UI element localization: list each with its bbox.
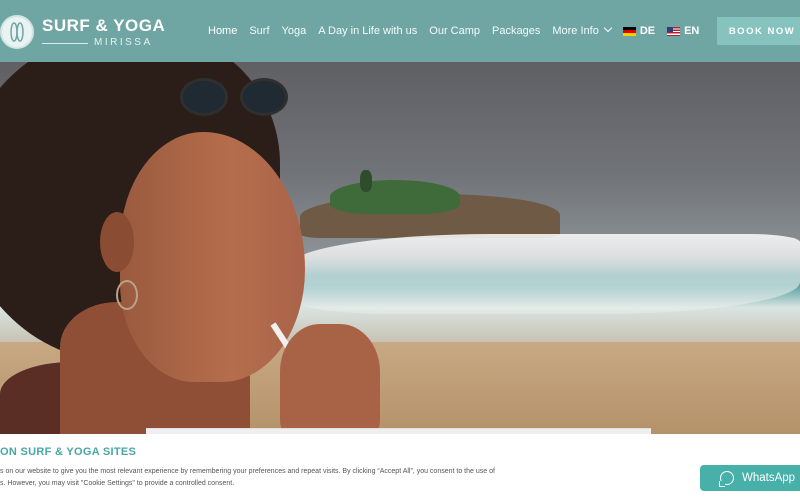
- sunglasses-lens-right: [240, 78, 288, 116]
- language-de[interactable]: DE: [622, 25, 656, 37]
- us-flag-icon: [667, 26, 681, 36]
- language-en-label: EN: [684, 25, 700, 37]
- logo-text: SURF & YOGA MIRISSA: [42, 15, 166, 48]
- site-header: SURF & YOGA MIRISSA Home Surf Yoga A Day…: [0, 0, 800, 62]
- brand-subtitle: MIRISSA: [42, 37, 165, 48]
- cookie-text-line-1: s on our website to give you the most re…: [0, 468, 495, 475]
- palm-tree: [360, 170, 372, 192]
- whatsapp-label: WhatsApp: [742, 472, 796, 484]
- cookie-title: ON SURF & YOGA SITES: [0, 446, 137, 458]
- chevron-down-icon: [603, 23, 613, 33]
- language-en[interactable]: EN: [667, 25, 699, 37]
- sea-waves: [290, 234, 800, 314]
- island-vegetation: [330, 180, 460, 214]
- cookie-banner: ON SURF & YOGA SITES s on our website to…: [0, 434, 800, 500]
- earring: [116, 280, 138, 310]
- nav-more-info-label: More Info: [552, 25, 599, 37]
- nav-more-info[interactable]: More Info: [552, 23, 613, 37]
- nav-packages[interactable]: Packages: [492, 25, 540, 37]
- sunglasses: [180, 70, 300, 120]
- nav-day-in-life[interactable]: A Day in Life with us: [318, 25, 417, 37]
- site-logo[interactable]: SURF & YOGA MIRISSA: [0, 10, 165, 54]
- surfboard-icon: [0, 15, 34, 49]
- hero-image: [0, 62, 800, 434]
- cookie-text: s on our website to give you the most re…: [0, 466, 600, 490]
- language-de-label: DE: [639, 25, 656, 37]
- brand-title: SURF & YOGA: [42, 15, 166, 35]
- whatsapp-button[interactable]: WhatsApp: [700, 465, 800, 491]
- woman-hand: [280, 324, 380, 434]
- cookie-text-line-2: s. However, you may visit "Cookie Settin…: [0, 480, 235, 487]
- german-flag-icon: [622, 26, 636, 36]
- nav-surf[interactable]: Surf: [249, 25, 269, 37]
- nav-yoga[interactable]: Yoga: [282, 25, 307, 37]
- main-nav: Home Surf Yoga A Day in Life with us Our…: [208, 0, 711, 62]
- nav-our-camp[interactable]: Our Camp: [429, 25, 480, 37]
- nav-home[interactable]: Home: [208, 25, 237, 37]
- woman-ear: [100, 212, 134, 272]
- sunglasses-lens-left: [180, 78, 228, 116]
- whatsapp-icon: [719, 471, 734, 487]
- book-now-button[interactable]: BOOK NOW: [717, 17, 800, 45]
